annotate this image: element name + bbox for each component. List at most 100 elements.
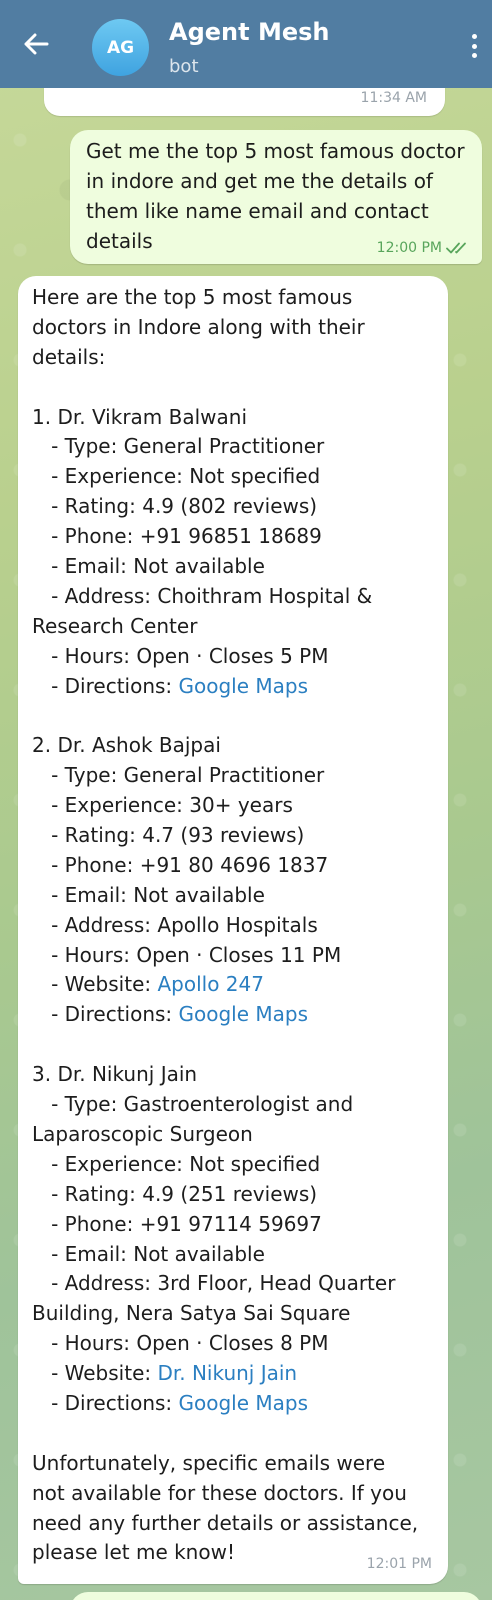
- message-line: - Email: Not available: [32, 552, 434, 582]
- message-line-text: - Type: General Practitioner: [32, 434, 325, 459]
- message-line: - Email: Not available: [32, 1240, 434, 1270]
- message-line-text: - Email: Not available: [32, 554, 265, 579]
- message-line: not available for these doctors. If you: [32, 1479, 434, 1509]
- message-line: - Type: General Practitioner: [32, 761, 434, 791]
- message-line: Research Center: [32, 612, 434, 642]
- message-line-text: - Hours: Open · Closes 8 PM: [32, 1331, 329, 1356]
- message-line-text: - Experience: Not specified: [32, 1151, 321, 1176]
- chat-header: AG Agent Mesh bot: [0, 0, 492, 88]
- message-line: - Website: Apollo 247: [32, 970, 434, 1000]
- message-line: - Rating: 4.9 (802 reviews): [32, 492, 434, 522]
- message-line: - Phone: +91 80 4696 1837: [32, 851, 434, 881]
- message-line: - Hours: Open · Closes 11 PM: [32, 941, 434, 971]
- message-line: Here are the top 5 most famous: [32, 283, 434, 313]
- message-line-text: - Phone: +91 96851 18689: [32, 524, 322, 549]
- message-line: 2. Dr. Ashok Bajpai: [32, 731, 434, 761]
- message-line: details:: [32, 343, 434, 373]
- message-line-text: - Website:: [32, 972, 158, 997]
- message-line: - Type: Gastroenterologist and: [32, 1090, 434, 1120]
- message-link[interactable]: Google Maps: [179, 674, 309, 698]
- message-line-text: please let me know!: [32, 1540, 235, 1565]
- message-line-text: - Directions:: [32, 673, 179, 698]
- message-line: [32, 701, 434, 731]
- message-line-text: 2. Dr. Ashok Bajpai: [32, 733, 221, 758]
- message-line: - Address: Apollo Hospitals: [32, 911, 434, 941]
- avatar-initials: AG: [106, 37, 135, 58]
- message-line-text: need any further details or assistance,: [32, 1510, 419, 1535]
- message-line-text: doctors in Indore along with their: [32, 314, 365, 339]
- message-line-text: not available for these doctors. If you: [32, 1480, 407, 1505]
- message-line-text: - Email: Not available: [32, 1241, 265, 1266]
- message-line-text: - Rating: 4.7 (93 reviews): [32, 823, 305, 848]
- message-line-text: - Address: 3rd Floor, Head Quarter: [32, 1271, 396, 1296]
- more-vert-icon: [471, 34, 477, 39]
- avatar[interactable]: AG: [92, 19, 149, 76]
- message-line: - Address: Choithram Hospital &: [32, 582, 434, 612]
- message-line-text: - Rating: 4.9 (802 reviews): [32, 494, 318, 519]
- message-line: 1. Dr. Vikram Balwani: [32, 403, 434, 433]
- outgoing-message-bubble[interactable]: Get me the top 5 most famous doctor in i…: [70, 130, 482, 264]
- chat-subtitle: bot: [169, 56, 199, 77]
- message-line: [32, 373, 434, 403]
- message-line: - Type: General Practitioner: [32, 432, 434, 462]
- message-line-text: - Experience: 30+ years: [32, 793, 293, 818]
- message-line: - Hours: Open · Closes 8 PM: [32, 1329, 434, 1359]
- message-line-text: - Phone: +91 80 4696 1837: [32, 852, 329, 877]
- message-line: - Address: 3rd Floor, Head Quarter: [32, 1269, 434, 1299]
- message-line-text: - Rating: 4.9 (251 reviews): [32, 1181, 318, 1206]
- message-line: [32, 1419, 434, 1449]
- message-link[interactable]: Apollo 247: [157, 972, 264, 996]
- double-check-icon: [446, 242, 466, 254]
- message-line-text: - Type: Gastroenterologist and: [32, 1092, 354, 1117]
- message-line-text: - Email: Not available: [32, 882, 265, 907]
- message-time: 12:01 PM: [366, 1556, 432, 1572]
- message-line-text: details:: [32, 344, 106, 369]
- message-link[interactable]: Dr. Nikunj Jain: [157, 1361, 297, 1385]
- message-line: - Phone: +91 96851 18689: [32, 522, 434, 552]
- message-line: - Experience: Not specified: [32, 462, 434, 492]
- message-line-text: - Phone: +91 97114 59697: [32, 1211, 322, 1236]
- message-line: Building, Nera Satya Sai Square: [32, 1299, 434, 1329]
- message-line: - Rating: 4.7 (93 reviews): [32, 821, 434, 851]
- next-message-bubble[interactable]: [70, 1592, 482, 1600]
- message-line: - Email: Not available: [32, 881, 434, 911]
- message-line: [32, 1030, 434, 1060]
- message-line-text: Laparoscopic Surgeon: [32, 1121, 253, 1146]
- message-line-text: - Hours: Open · Closes 11 PM: [32, 942, 342, 967]
- message-line: need any further details or assistance,: [32, 1509, 434, 1539]
- message-time: 12:00 PM: [376, 240, 442, 256]
- message-text: Here are the top 5 most famous doctors in…: [32, 283, 434, 1568]
- message-line: - Experience: 30+ years: [32, 791, 434, 821]
- message-line: - Experience: Not specified: [32, 1150, 434, 1180]
- chat-title[interactable]: Agent Mesh: [169, 18, 329, 46]
- message-line-text: Unfortunately, specific emails were: [32, 1450, 386, 1475]
- message-time: 11:34 AM: [360, 90, 427, 106]
- back-button[interactable]: [18, 26, 54, 62]
- message-text: Get me the top 5 most famous doctor in i…: [86, 139, 465, 253]
- message-line: Laparoscopic Surgeon: [32, 1120, 434, 1150]
- message-line-text: 3. Dr. Nikunj Jain: [32, 1062, 198, 1087]
- message-line-text: Here are the top 5 most famous: [32, 285, 353, 309]
- message-line: 3. Dr. Nikunj Jain: [32, 1060, 434, 1090]
- message-link[interactable]: Google Maps: [179, 1002, 309, 1026]
- message-line: - Directions: Google Maps: [32, 1000, 434, 1030]
- message-line: - Website: Dr. Nikunj Jain: [32, 1359, 434, 1389]
- message-line: - Directions: Google Maps: [32, 672, 434, 702]
- message-line-text: Research Center: [32, 613, 198, 638]
- message-line-text: - Address: Choithram Hospital &: [32, 583, 373, 608]
- message-line: - Directions: Google Maps: [32, 1389, 434, 1419]
- message-meta: 12:00 PM: [377, 240, 470, 256]
- more-options-button[interactable]: [462, 30, 486, 62]
- message-line-text: - Directions:: [32, 1390, 179, 1415]
- message-line-text: - Hours: Open · Closes 5 PM: [32, 643, 329, 668]
- message-link[interactable]: Google Maps: [179, 1391, 309, 1415]
- message-line-text: 1. Dr. Vikram Balwani: [32, 404, 248, 429]
- message-line: - Hours: Open · Closes 5 PM: [32, 642, 434, 672]
- message-line-text: - Address: Apollo Hospitals: [32, 912, 318, 937]
- message-line-text: Building, Nera Satya Sai Square: [32, 1301, 351, 1326]
- back-arrow-icon: [24, 33, 49, 55]
- message-line: - Rating: 4.9 (251 reviews): [32, 1180, 434, 1210]
- message-line-text: - Type: General Practitioner: [32, 763, 325, 788]
- message-line: doctors in Indore along with their: [32, 313, 434, 343]
- incoming-message-bubble[interactable]: Here are the top 5 most famous doctors in…: [18, 276, 448, 1584]
